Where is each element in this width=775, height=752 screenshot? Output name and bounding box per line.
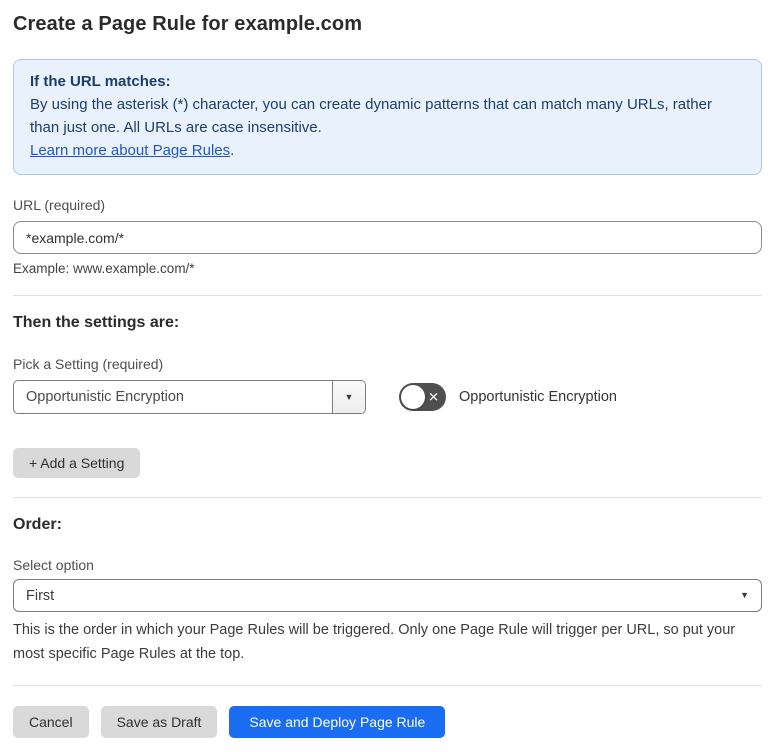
order-help-text: This is the order in which your Page Rul… xyxy=(13,622,736,662)
cancel-button[interactable]: Cancel xyxy=(13,706,89,738)
create-page-rule-form: Create a Page Rule for example.com If th… xyxy=(0,0,775,752)
order-heading: Order: xyxy=(13,516,62,533)
opportunistic-encryption-toggle[interactable]: ✕ xyxy=(399,383,446,411)
chevron-down-icon: ▼ xyxy=(740,590,749,600)
x-icon: ✕ xyxy=(428,389,439,405)
url-input[interactable] xyxy=(13,221,762,254)
url-example-text: Example: www.example.com/* xyxy=(13,261,195,276)
info-box-link-line: Learn more about Page Rules. xyxy=(30,139,745,162)
setting-dropdown-caret-button[interactable]: ▼ xyxy=(332,381,365,413)
url-label: URL (required) xyxy=(13,197,106,213)
footer-actions: Cancel Save as Draft Save and Deploy Pag… xyxy=(13,706,762,752)
link-period: . xyxy=(230,142,235,159)
toggle-setting-label: Opportunistic Encryption xyxy=(459,389,617,405)
section-divider xyxy=(13,295,762,296)
save-deploy-button[interactable]: Save and Deploy Page Rule xyxy=(229,706,446,738)
setting-dropdown-value: Opportunistic Encryption xyxy=(26,389,184,405)
add-setting-button[interactable]: + Add a Setting xyxy=(13,448,141,478)
url-match-info-box: If the URL matches: By using the asteris… xyxy=(13,59,762,175)
learn-more-link[interactable]: Learn more about Page Rules xyxy=(30,142,230,159)
info-box-body: By using the asterisk (*) character, you… xyxy=(30,96,712,136)
setting-dropdown[interactable]: Opportunistic Encryption ▼ xyxy=(13,380,366,414)
save-draft-button[interactable]: Save as Draft xyxy=(100,706,218,738)
order-select-value: First xyxy=(26,587,55,604)
order-select[interactable]: First ▼ xyxy=(13,579,762,612)
section-divider xyxy=(13,497,762,498)
select-option-label: Select option xyxy=(13,557,94,573)
info-box-heading: If the URL matches: xyxy=(30,73,171,90)
chevron-down-icon: ▼ xyxy=(344,391,354,402)
section-divider xyxy=(13,685,762,686)
page-title: Create a Page Rule for example.com xyxy=(13,13,363,35)
settings-heading: Then the settings are: xyxy=(13,314,180,331)
setting-row: Opportunistic Encryption ▼ ✕ Opportunist… xyxy=(13,380,762,414)
toggle-knob xyxy=(401,385,425,409)
pick-setting-label: Pick a Setting (required) xyxy=(13,356,164,372)
